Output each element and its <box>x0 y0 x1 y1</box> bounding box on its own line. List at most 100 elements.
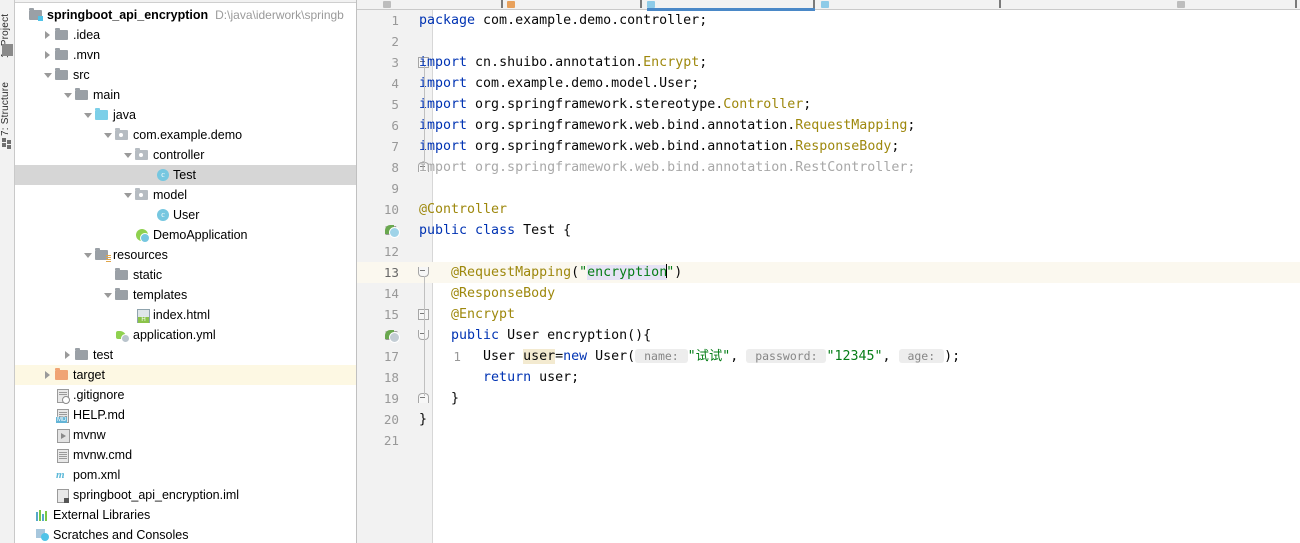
tree-row-pom-xml[interactable]: mpom.xml <box>15 465 356 485</box>
tree-expander-19[interactable] <box>43 405 54 425</box>
tree-expander-1[interactable] <box>43 45 54 65</box>
tree-expander-15[interactable] <box>103 325 114 345</box>
tree-row--idea[interactable]: .idea <box>15 25 356 45</box>
code-line-12[interactable]: 12 <box>357 241 1300 262</box>
project-tool-window: springboot_api_encryption D:\java\iderwo… <box>15 0 357 543</box>
tree-row-test[interactable]: cTest <box>15 165 356 185</box>
code-line-8[interactable]: 8import org.springframework.web.bind.ann… <box>357 157 1300 178</box>
tree-expander-11[interactable] <box>83 245 94 265</box>
tree-row-label: .mvn <box>71 45 100 65</box>
tree-expander-4[interactable] <box>83 105 94 125</box>
code-line-18[interactable]: 18 return user; <box>357 367 1300 388</box>
tree-row--gitignore[interactable]: .gitignore <box>15 385 356 405</box>
tool-window-icon-project[interactable] <box>2 44 13 56</box>
tree-row-target[interactable]: target <box>15 365 356 385</box>
tree-row-mvnw[interactable]: mvnw <box>15 425 356 445</box>
tree-expander-5[interactable] <box>103 125 114 145</box>
code-text: User user=new User( name: "试试", password… <box>419 346 1300 367</box>
editor-tab-4[interactable] <box>821 0 1001 8</box>
tree-expander-3[interactable] <box>63 85 74 105</box>
tree-row-test[interactable]: test <box>15 345 356 365</box>
tree-expander-21[interactable] <box>43 445 54 465</box>
tree-row-help-md[interactable]: MDHELP.md <box>15 405 356 425</box>
editor-tab-2[interactable] <box>507 0 642 8</box>
code-line-4[interactable]: 4import com.example.demo.model.User; <box>357 73 1300 94</box>
tree-expander[interactable] <box>17 5 28 25</box>
tree-row-java[interactable]: java <box>15 105 356 125</box>
tree-expander-18[interactable] <box>43 385 54 405</box>
code-line-6[interactable]: 6import org.springframework.web.bind.ann… <box>357 115 1300 136</box>
tree-row-src[interactable]: src <box>15 65 356 85</box>
tree-expander-23[interactable] <box>43 485 54 505</box>
code-line-19[interactable]: 19 } <box>357 388 1300 409</box>
tree-expander-7[interactable] <box>143 165 154 185</box>
code-line-3[interactable]: 3import cn.shuibo.annotation.Encrypt; <box>357 52 1300 73</box>
tree-row-application-yml[interactable]: application.yml <box>15 325 356 345</box>
code-line-9[interactable]: 9 <box>357 178 1300 199</box>
code-line-2[interactable]: 2 <box>357 31 1300 52</box>
tree-expander-24[interactable] <box>23 505 34 525</box>
tree-row-templates[interactable]: templates <box>15 285 356 305</box>
tree-row-springboot-api-encryption-iml[interactable]: springboot_api_encryption.iml <box>15 485 356 505</box>
tree-row-controller[interactable]: controller <box>15 145 356 165</box>
tree-row-label: pom.xml <box>71 465 120 485</box>
tree-row-demoapplication[interactable]: DemoApplication <box>15 225 356 245</box>
editor-tab-1[interactable] <box>383 0 503 8</box>
code-lines[interactable]: 1package com.example.demo.controller;23i… <box>357 10 1300 543</box>
project-path-label: D:\java\iderwork\springb <box>208 5 344 25</box>
tree-expander-13[interactable] <box>103 285 114 305</box>
code-line-14[interactable]: 14 @ResponseBody <box>357 283 1300 304</box>
tree-expander-0[interactable] <box>43 25 54 45</box>
editor-tab-5[interactable] <box>1177 0 1297 8</box>
code-line-13[interactable]: 13 @RequestMapping("encryption") <box>357 262 1300 283</box>
tree-expander-9[interactable] <box>143 205 154 225</box>
spring-bean-gutter-icon[interactable] <box>385 329 398 342</box>
code-line-15[interactable]: 15 @Encrypt <box>357 304 1300 325</box>
code-token: public <box>419 328 507 343</box>
line-number: 18 <box>357 367 399 388</box>
tree-row--mvn[interactable]: .mvn <box>15 45 356 65</box>
code-text: import org.springframework.web.bind.anno… <box>419 115 1300 136</box>
tree-row-resources[interactable]: resources <box>15 245 356 265</box>
tree-expander-22[interactable] <box>43 465 54 485</box>
tree-expander-2[interactable] <box>43 65 54 85</box>
tool-window-button-structure[interactable]: 7: Structure <box>0 62 14 136</box>
tree-expander-8[interactable] <box>123 185 134 205</box>
code-line-7[interactable]: 7import org.springframework.web.bind.ann… <box>357 136 1300 157</box>
gitignore-file-icon <box>54 385 71 405</box>
tree-expander-25[interactable] <box>23 525 34 543</box>
code-line-16[interactable]: 16 public User encryption(){ <box>357 325 1300 346</box>
tree-row-project-root[interactable]: springboot_api_encryption D:\java\iderwo… <box>15 5 356 25</box>
tree-row-external-libraries[interactable]: External Libraries <box>15 505 356 525</box>
fold-region-guide <box>424 276 425 396</box>
tree-row-scratches-and-consoles[interactable]: Scratches and Consoles <box>15 525 356 543</box>
code-token: import <box>419 118 475 133</box>
code-editor[interactable]: 1package com.example.demo.controller;23i… <box>357 10 1300 543</box>
tree-expander-12[interactable] <box>103 265 114 285</box>
code-line-5[interactable]: 5import org.springframework.stereotype.C… <box>357 94 1300 115</box>
code-line-20[interactable]: 20} <box>357 409 1300 430</box>
code-line-17[interactable]: 17 User user=new User( name: "试试", passw… <box>357 346 1300 367</box>
code-token: , <box>883 349 899 364</box>
code-line-1[interactable]: 1package com.example.demo.controller; <box>357 10 1300 31</box>
code-line-10[interactable]: 10@Controller <box>357 199 1300 220</box>
tree-row-user[interactable]: cUser <box>15 205 356 225</box>
tree-row-main[interactable]: main <box>15 85 356 105</box>
tree-expander-10[interactable] <box>123 225 134 245</box>
spring-bean-gutter-icon[interactable] <box>385 224 398 237</box>
tree-expander-14[interactable] <box>123 305 134 325</box>
code-line-21[interactable]: 21 <box>357 430 1300 451</box>
tree-row-model[interactable]: model <box>15 185 356 205</box>
tree-row-label: java <box>111 105 136 125</box>
tree-expander-6[interactable] <box>123 145 134 165</box>
tree-expander-17[interactable] <box>43 365 54 385</box>
tree-expander-16[interactable] <box>63 345 74 365</box>
code-line-11[interactable]: 11public class Test { <box>357 220 1300 241</box>
tree-row-static[interactable]: static <box>15 265 356 285</box>
tree-row-com-example-demo[interactable]: com.example.demo <box>15 125 356 145</box>
tree-expander-20[interactable] <box>43 425 54 445</box>
code-text: return user; <box>419 367 1300 388</box>
tree-row-index-html[interactable]: index.html <box>15 305 356 325</box>
tree-row-mvnw-cmd[interactable]: mvnw.cmd <box>15 445 356 465</box>
tool-window-icon-structure[interactable] <box>2 138 12 148</box>
